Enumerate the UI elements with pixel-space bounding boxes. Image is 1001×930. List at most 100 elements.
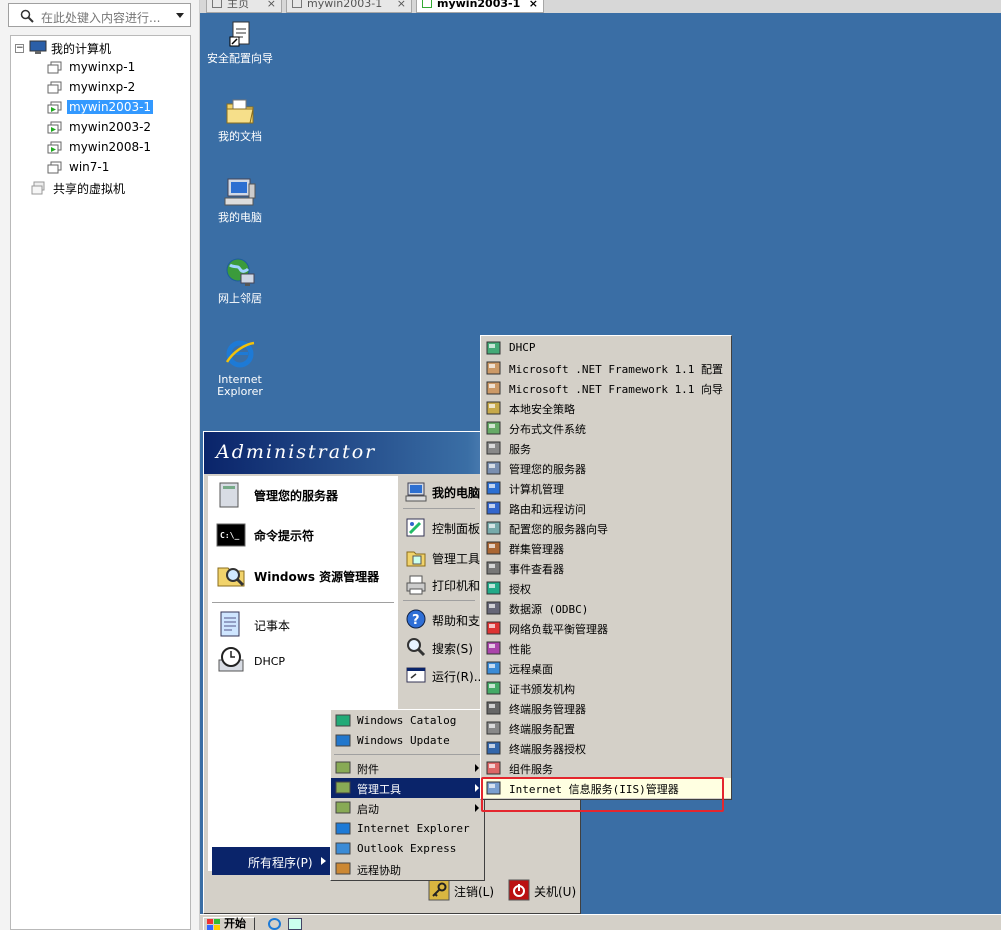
tree-vm-label: win7-1 <box>69 160 110 174</box>
command-prompt-icon: C:\_ <box>216 523 246 547</box>
admin-tool-item-10[interactable]: 群集管理器 <box>481 538 731 558</box>
desktop-icon-network[interactable]: 网上邻居 <box>200 257 280 305</box>
power-icon <box>508 879 530 901</box>
ie-quicklaunch-icon[interactable] <box>268 918 281 930</box>
programs-item-2[interactable]: 附件 <box>331 758 484 778</box>
control-panel-icon <box>406 518 425 537</box>
admin-tool-label: 事件查看器 <box>509 563 564 576</box>
start-right-label: 我的电脑 <box>432 486 481 500</box>
admin-tool-item-8[interactable]: 路由和远程访问 <box>481 498 731 518</box>
desktop-icon-security-wizard[interactable]: 安全配置向导 <box>200 19 280 65</box>
admin-tool-item-19[interactable]: 终端服务配置 <box>481 718 731 738</box>
admin-tool-item-18[interactable]: 终端服务管理器 <box>481 698 731 718</box>
admin-tool-label: 终端服务管理器 <box>509 703 586 716</box>
desktop-icon-label: 网上邻居 <box>218 292 262 305</box>
close-icon[interactable]: × <box>397 0 406 9</box>
admin-tool-item-21[interactable]: 组件服务 <box>481 758 731 778</box>
vm-icon <box>47 81 62 94</box>
admin-tool-icon <box>486 701 501 715</box>
program-icon <box>335 801 351 814</box>
library-search-box[interactable]: 在此处键入内容进行... <box>8 3 191 27</box>
chevron-down-icon[interactable] <box>176 13 184 18</box>
admin-tool-item-16[interactable]: 远程桌面 <box>481 658 731 678</box>
admin-tool-item-13[interactable]: 数据源 (ODBC) <box>481 598 731 618</box>
admin-tool-label: 授权 <box>509 583 531 596</box>
admin-tool-item-14[interactable]: 网络负载平衡管理器 <box>481 618 731 638</box>
admin-tool-item-2[interactable]: Microsoft .NET Framework 1.1 向导 <box>481 378 731 398</box>
programs-item-6[interactable]: Outlook Express <box>331 839 484 859</box>
admin-tool-item-1[interactable]: Microsoft .NET Framework 1.1 配置 <box>481 358 731 378</box>
admin-tool-icon <box>486 461 501 475</box>
desktop-icon-my-computer[interactable]: 我的电脑 <box>200 176 280 224</box>
tab-vm-2-label: mywin2003-1 <box>437 0 521 10</box>
programs-item-label: Windows Update <box>357 734 450 747</box>
admin-tool-item-5[interactable]: 服务 <box>481 438 731 458</box>
desktop-icon-my-documents[interactable]: 我的文档 <box>200 95 280 143</box>
desktop-quicklaunch-icon[interactable] <box>288 918 302 930</box>
admin-tool-item-3[interactable]: 本地安全策略 <box>481 398 731 418</box>
admin-tool-label: 路由和远程访问 <box>509 503 586 516</box>
tree-root-label: 我的计算机 <box>51 42 112 56</box>
admin-tool-icon <box>486 601 501 615</box>
programs-item-7[interactable]: 远程协助 <box>331 859 484 879</box>
admin-tool-label: 本地安全策略 <box>509 403 575 416</box>
desktop-icon-internet-explorer[interactable]: Internet Explorer <box>200 338 280 398</box>
admin-tool-icon <box>486 441 501 455</box>
programs-item-0[interactable]: Windows Catalog <box>331 711 484 731</box>
programs-item-3[interactable]: 管理工具 <box>331 778 484 798</box>
programs-item-4[interactable]: 启动 <box>331 798 484 818</box>
collapse-icon[interactable]: − <box>15 44 24 53</box>
key-icon <box>428 879 450 901</box>
admin-tool-item-20[interactable]: 终端服务器授权 <box>481 738 731 758</box>
admin-tool-item-17[interactable]: 证书颁发机构 <box>481 678 731 698</box>
desktop-icon-label: 安全配置向导 <box>207 52 273 65</box>
taskbar: 开始 <box>200 914 1001 930</box>
programs-item-1[interactable]: Windows Update <box>331 731 484 751</box>
shared-vm-icon <box>31 181 45 195</box>
admin-tool-icon <box>486 541 501 555</box>
admin-tool-item-7[interactable]: 计算机管理 <box>481 478 731 498</box>
admin-tool-item-0[interactable]: DHCP <box>481 338 731 358</box>
vm-play-icon <box>422 0 432 8</box>
admin-tool-item-15[interactable]: 性能 <box>481 638 731 658</box>
program-icon <box>335 781 351 794</box>
tab-vm-2-active[interactable]: mywin2003-1 × <box>416 0 544 13</box>
programs-item-5[interactable]: Internet Explorer <box>331 819 484 839</box>
admin-tool-item-4[interactable]: 分布式文件系统 <box>481 418 731 438</box>
admin-tool-label: 组件服务 <box>509 763 553 776</box>
admin-tool-item-9[interactable]: 配置您的服务器向导 <box>481 518 731 538</box>
start-right-label: 管理工具 <box>432 552 481 566</box>
start-item-label: 记事本 <box>254 619 291 633</box>
admin-tool-icon <box>486 481 501 495</box>
tab-vm-1[interactable]: mywin2003-1 × <box>286 0 412 13</box>
chevron-right-icon <box>321 857 326 865</box>
admin-tool-item-12[interactable]: 授权 <box>481 578 731 598</box>
search-input[interactable]: 在此处键入内容进行... <box>41 9 160 26</box>
dhcp-icon <box>218 647 244 672</box>
admin-tool-label: 分布式文件系统 <box>509 423 586 436</box>
desktop-icon-label: Internet Explorer <box>217 373 263 398</box>
tab-home[interactable]: 主页 × <box>206 0 282 13</box>
program-icon <box>335 714 351 727</box>
admin-tool-item-6[interactable]: 管理您的服务器 <box>481 458 731 478</box>
admin-tool-icon <box>486 521 501 535</box>
admin-tool-label: 终端服务配置 <box>509 723 575 736</box>
admin-tool-label: 配置您的服务器向导 <box>509 523 608 536</box>
admin-tool-item-11[interactable]: 事件查看器 <box>481 558 731 578</box>
separator <box>212 602 394 603</box>
admin-tool-icon <box>486 741 501 755</box>
start-right-label: 控制面板 <box>432 522 481 536</box>
start-right-label: 运行(R)... <box>432 670 486 684</box>
admin-tool-label: 远程桌面 <box>509 663 553 676</box>
all-programs-button[interactable]: 所有程序(P) <box>212 847 332 875</box>
programs-item-label: 远程协助 <box>357 864 401 877</box>
tab-home-label: 主页 <box>227 0 249 10</box>
all-programs-label: 所有程序(P) <box>248 856 313 870</box>
search-icon <box>407 638 426 657</box>
desktop-icon-label: 我的电脑 <box>218 211 262 224</box>
start-button[interactable]: 开始 <box>203 917 255 930</box>
separator <box>403 600 475 601</box>
computer-icon <box>29 40 47 54</box>
close-icon[interactable]: × <box>529 0 538 9</box>
close-icon[interactable]: × <box>267 0 276 9</box>
